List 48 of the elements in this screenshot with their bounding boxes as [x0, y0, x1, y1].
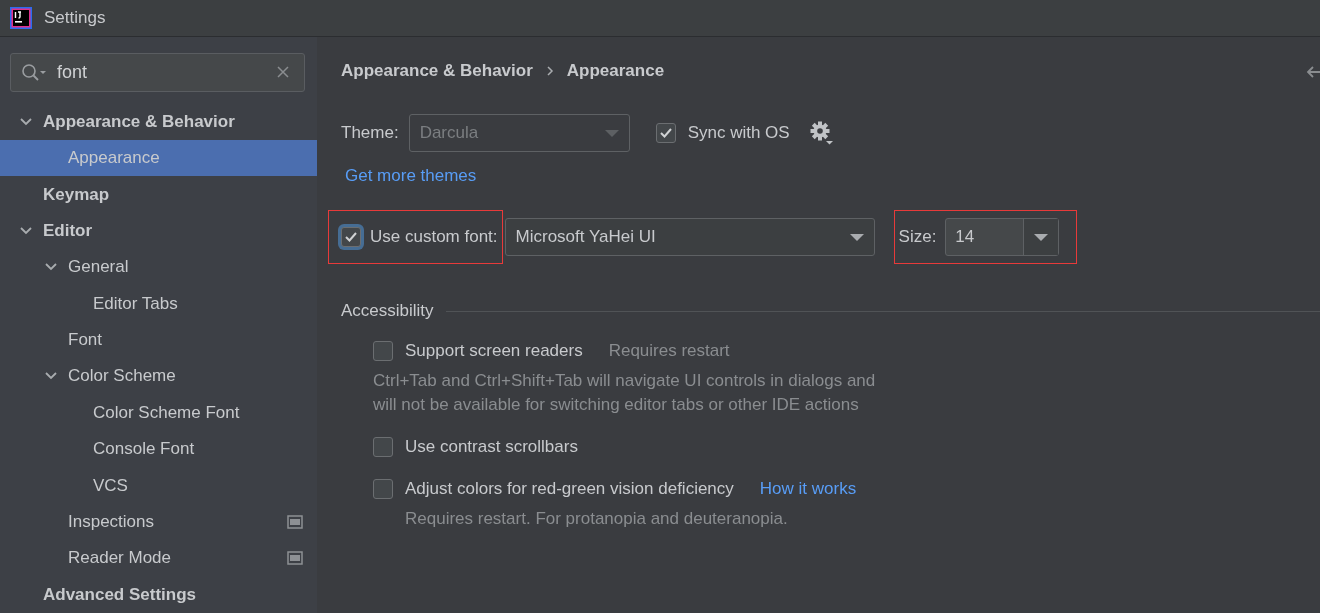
font-dropdown[interactable]: Microsoft YaHei UI — [504, 218, 875, 256]
checkbox-label: Use contrast scrollbars — [405, 437, 578, 457]
sidebar-item[interactable]: General — [0, 249, 317, 286]
sidebar-item[interactable]: Inspections — [0, 503, 317, 541]
chevron-right-icon — [545, 65, 554, 77]
sidebar-item[interactable]: Console Font — [0, 431, 317, 468]
theme-label: Theme: — [341, 123, 399, 143]
checkbox-label: Use custom font: — [370, 227, 498, 247]
sidebar-item[interactable]: Editor Tabs — [0, 285, 317, 322]
checkbox[interactable] — [373, 479, 393, 499]
section-title: Accessibility — [341, 301, 434, 321]
sidebar-item[interactable]: Appearance & Behavior — [0, 103, 317, 140]
sidebar-item[interactable]: Font — [0, 321, 317, 359]
size-label: Size: — [898, 227, 937, 247]
get-more-themes-link[interactable]: Get more themes — [345, 166, 477, 186]
window-title: Settings — [44, 8, 106, 28]
project-settings-icon — [287, 514, 303, 530]
back-arrow-icon — [1306, 64, 1320, 80]
app-logo-icon — [10, 7, 32, 29]
how-it-works-link[interactable]: How it works — [759, 479, 857, 499]
checkbox-label: Sync with OS — [687, 123, 790, 143]
search-input[interactable]: font — [57, 61, 266, 83]
breadcrumb-item: Appearance & Behavior — [341, 61, 533, 81]
sidebar-item[interactable]: Editor — [0, 212, 317, 250]
sidebar-item[interactable]: Keymap — [0, 176, 317, 213]
breadcrumb-item: Appearance — [566, 61, 665, 81]
checkbox[interactable] — [373, 341, 393, 361]
size-combo-box[interactable]: 14 — [945, 218, 1060, 256]
sidebar-item[interactable]: Color Scheme Font — [0, 394, 317, 432]
checkbox-label: Adjust colors for red-green vision deficiency — [405, 479, 734, 499]
dropdown-arrow-icon — [604, 129, 619, 137]
project-settings-icon — [287, 550, 303, 567]
sidebar-item[interactable]: VCS — [0, 467, 317, 504]
search-icon — [21, 63, 47, 82]
description-text: Requires restart. For protanopia and deuteranopia. — [404, 508, 789, 530]
note-text: Requires restart — [608, 341, 730, 361]
checkbox[interactable] — [373, 437, 393, 457]
settings-icon — [809, 121, 834, 145]
sidebar-item[interactable]: Reader Mode — [0, 540, 317, 577]
checkbox[interactable] — [341, 227, 361, 247]
checkbox-label: Support screen readers — [405, 341, 583, 361]
sidebar-item[interactable]: Advanced Settings — [0, 576, 317, 613]
search-field[interactable]: font — [10, 53, 305, 92]
dropdown-arrow-icon — [849, 233, 864, 241]
description-text: Ctrl+Tab and Ctrl+Shift+Tab will navigate UI controls in dialogs and will not be available for switching editor tabs or other IDE actions — [373, 370, 877, 416]
clear-icon — [276, 65, 290, 80]
sidebar-item[interactable]: Color Scheme — [0, 358, 317, 395]
dropdown-arrow-icon — [1034, 233, 1049, 241]
